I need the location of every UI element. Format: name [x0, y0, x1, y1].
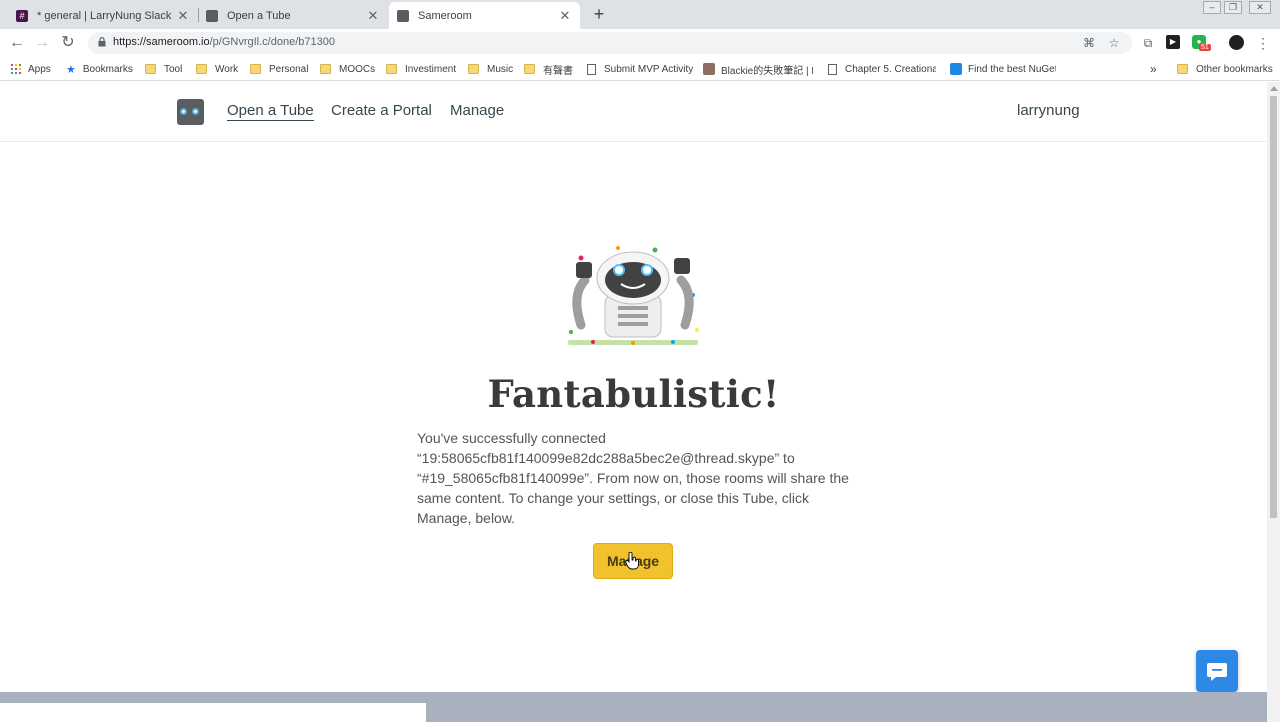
- url-text: https://sameroom.io/p/GNvrgIl.c/done/b71…: [113, 36, 335, 48]
- browser-tab-open-tube[interactable]: Open a Tube ✕: [198, 2, 388, 29]
- url-host: https://sameroom.io: [113, 36, 210, 48]
- maximize-window-button[interactable]: ❐: [1224, 1, 1242, 14]
- browser-tab-slack[interactable]: # * general | LarryNung Slack ✕: [8, 2, 198, 29]
- bookmark-folder-audiobooks[interactable]: 有聲書: [524, 61, 573, 77]
- new-tab-button[interactable]: +: [590, 4, 608, 24]
- celebrating-robot-mascot-icon: [568, 246, 699, 345]
- apps-grid-icon: [11, 64, 21, 74]
- address-bar[interactable]: https://sameroom.io/p/GNvrgIl.c/done/b71…: [88, 32, 1132, 54]
- close-window-button[interactable]: ✕: [1249, 1, 1271, 14]
- bookmark-folder-personal[interactable]: Personal: [250, 61, 308, 77]
- chat-bubble-icon: [1207, 663, 1227, 681]
- success-headline: Fantabulistic!: [487, 372, 780, 416]
- sameroom-favicon-icon: [397, 9, 409, 22]
- site-header: Open a Tube Create a Portal Manage larry…: [0, 82, 1267, 142]
- bookmark-star-icon[interactable]: ☆: [1106, 35, 1122, 51]
- tab-title: * general | LarryNung Slack: [37, 9, 172, 22]
- bookmark-folder-music[interactable]: Music: [468, 61, 513, 77]
- bookmark-label: Find the best NuGet: [968, 63, 1056, 75]
- extension-copy-icon[interactable]: ⧉: [1140, 35, 1156, 51]
- bookmark-folder-investiment[interactable]: Investiment: [386, 61, 456, 77]
- sameroom-logo-icon[interactable]: [177, 99, 204, 125]
- bookmark-apps[interactable]: Apps: [11, 61, 51, 77]
- close-tab-icon[interactable]: ✕: [176, 8, 190, 24]
- bookmark-nuget[interactable]: Find the best NuGet: [950, 61, 1056, 77]
- bookmark-folder-moocs[interactable]: MOOCs: [320, 61, 375, 77]
- bookmark-label: Other bookmarks: [1196, 63, 1273, 75]
- bookmark-chapter5[interactable]: Chapter 5. Creational: [828, 61, 936, 77]
- folder-icon: [468, 64, 479, 74]
- folder-icon: [145, 64, 156, 74]
- translate-icon[interactable]: ⌘: [1081, 35, 1097, 51]
- slack-favicon-icon: #: [16, 9, 28, 22]
- bookmark-bookmarks[interactable]: ★ Bookmarks: [66, 61, 133, 77]
- bookmark-label: Bookmarks: [82, 63, 133, 75]
- extension-badge: 51: [1199, 44, 1211, 51]
- folder-icon: [250, 64, 261, 74]
- page-content: Open a Tube Create a Portal Manage larry…: [0, 82, 1267, 722]
- browser-menu-icon[interactable]: ⋮: [1255, 35, 1271, 51]
- bookmark-other-bookmarks[interactable]: Other bookmarks: [1177, 61, 1273, 77]
- avatar-favicon-icon: [703, 63, 715, 75]
- bookmark-label: Music: [487, 63, 514, 75]
- bookmark-label: MOOCs: [339, 63, 376, 75]
- bookmark-label: Personal: [269, 63, 309, 75]
- nav-manage[interactable]: Manage: [450, 102, 504, 119]
- extension-play-icon[interactable]: ▶: [1166, 35, 1180, 49]
- more-bookmarks-chevron-icon[interactable]: »: [1150, 61, 1157, 77]
- folder-icon: [320, 64, 331, 74]
- bookmark-label: Blackie的失敗筆記 | E: [721, 65, 813, 77]
- username-menu[interactable]: larrynung: [1017, 102, 1080, 119]
- sameroom-favicon-icon: [206, 9, 218, 22]
- bookmark-label: Work: [215, 63, 239, 75]
- folder-icon: [196, 64, 207, 74]
- page-icon: [828, 63, 837, 75]
- nav-create-a-portal[interactable]: Create a Portal: [331, 102, 432, 119]
- bookmark-label: Chapter 5. Creational: [845, 63, 936, 75]
- bookmark-blackie[interactable]: Blackie的失敗筆記 | E: [703, 61, 813, 77]
- bookmark-label: Tool: [164, 63, 183, 75]
- browser-toolbar: ← → ↻ https://sameroom.io/p/GNvrgIl.c/do…: [0, 29, 1280, 57]
- folder-icon: [1177, 64, 1188, 74]
- url-path: /p/GNvrgIl.c/done/b71300: [209, 36, 335, 48]
- bookmark-label: 有聲書: [543, 65, 573, 77]
- scrollbar-thumb[interactable]: [1270, 96, 1277, 518]
- page-icon: [587, 63, 596, 75]
- tab-title: Open a Tube: [227, 9, 291, 22]
- page-scrollbar[interactable]: [1267, 82, 1280, 722]
- bookmarks-bar: Apps ★ Bookmarks Tool Work Personal MOOC…: [0, 57, 1280, 81]
- close-tab-icon[interactable]: ✕: [366, 8, 380, 24]
- scroll-up-arrow-icon[interactable]: [1270, 86, 1278, 91]
- forward-icon[interactable]: →: [32, 33, 52, 53]
- nav-open-a-tube[interactable]: Open a Tube: [227, 102, 314, 121]
- tab-title: Sameroom: [418, 9, 472, 22]
- bookmark-folder-work[interactable]: Work: [196, 61, 238, 77]
- close-tab-icon[interactable]: ✕: [558, 8, 572, 24]
- minimize-window-button[interactable]: –: [1203, 1, 1221, 14]
- reload-icon[interactable]: ↻: [58, 33, 78, 53]
- chat-widget-button[interactable]: [1196, 650, 1238, 692]
- star-icon: ★: [66, 63, 76, 76]
- success-message: You've successfully connected “19:58065c…: [417, 430, 849, 526]
- bookmark-folder-tool[interactable]: Tool: [145, 61, 182, 77]
- footer-bar: [0, 703, 426, 722]
- folder-icon: [386, 64, 397, 74]
- lock-icon: [98, 37, 106, 47]
- bookmark-label: Investiment: [405, 63, 457, 75]
- nuget-favicon-icon: [950, 63, 962, 75]
- profile-avatar-icon[interactable]: [1229, 35, 1244, 50]
- bookmark-submit-mvp[interactable]: Submit MVP Activity: [587, 61, 693, 77]
- browser-tab-sameroom[interactable]: Sameroom ✕: [389, 2, 580, 29]
- bookmark-label: Apps: [28, 63, 51, 75]
- hand-cursor-icon: [625, 552, 639, 570]
- bookmark-label: Submit MVP Activity: [604, 63, 694, 75]
- folder-icon: [524, 64, 535, 74]
- back-icon[interactable]: ←: [7, 33, 27, 53]
- browser-tab-strip: # * general | LarryNung Slack ✕ Open a T…: [0, 0, 1280, 29]
